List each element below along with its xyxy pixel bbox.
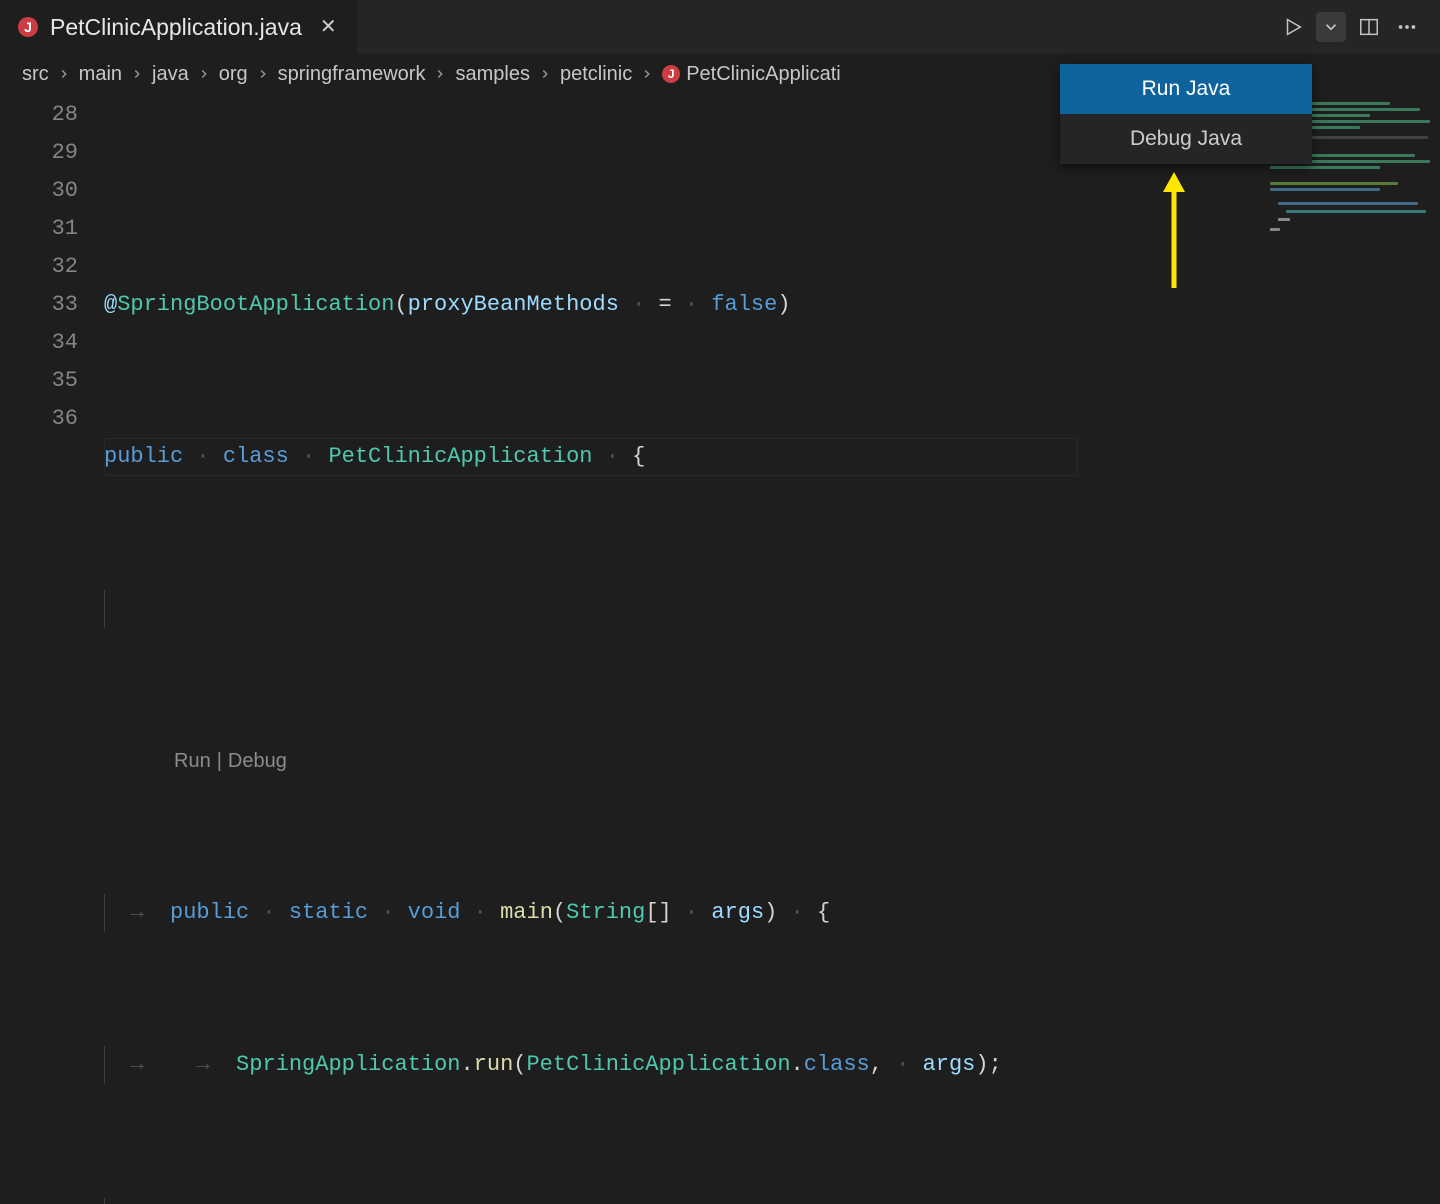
java-file-icon: J — [662, 65, 680, 83]
more-actions-icon[interactable] — [1392, 12, 1422, 42]
split-editor-icon[interactable] — [1354, 12, 1384, 42]
code-line[interactable] — [104, 590, 1264, 628]
menu-item-run-java[interactable]: Run Java — [1060, 64, 1312, 114]
chevron-right-icon — [130, 67, 144, 81]
line-number: 28 — [0, 96, 78, 134]
chevron-right-icon — [640, 67, 654, 81]
code-lens: Run | Debug — [104, 742, 1264, 780]
line-number: 33 — [0, 286, 78, 324]
chevron-right-icon — [433, 67, 447, 81]
line-number: 34 — [0, 324, 78, 362]
editor-area[interactable]: 28 29 30 31 32 33 34 35 36 @SpringBootAp… — [0, 94, 1440, 602]
code-line[interactable]: → → SpringApplication.run(PetClinicAppli… — [104, 1046, 1264, 1084]
line-number: 31 — [0, 210, 78, 248]
minimap[interactable] — [1264, 94, 1440, 602]
chevron-right-icon — [197, 67, 211, 81]
java-file-icon: J — [18, 17, 38, 37]
codelens-run[interactable]: Run — [174, 742, 211, 780]
line-number: 32 — [0, 248, 78, 286]
line-number: 29 — [0, 134, 78, 172]
line-number: 30 — [0, 172, 78, 210]
chevron-right-icon — [57, 67, 71, 81]
menu-item-debug-java[interactable]: Debug Java — [1060, 114, 1312, 164]
run-options-chevron-icon[interactable] — [1316, 12, 1346, 42]
line-number: 36 — [0, 400, 78, 438]
breadcrumb-item[interactable]: main — [79, 63, 122, 86]
line-number-gutter: 28 29 30 31 32 33 34 35 36 — [0, 94, 104, 602]
breadcrumb-item[interactable]: org — [219, 63, 248, 86]
code-line[interactable]: @SpringBootApplication(proxyBeanMethods … — [104, 286, 1264, 324]
line-number: 35 — [0, 362, 78, 400]
run-icon[interactable] — [1278, 12, 1308, 42]
close-tab-icon[interactable]: ✕ — [314, 15, 343, 39]
chevron-right-icon — [256, 67, 270, 81]
breadcrumb-item[interactable]: java — [152, 63, 189, 86]
editor-tab-active[interactable]: J PetClinicApplication.java ✕ — [0, 0, 357, 54]
codelens-debug[interactable]: Debug — [228, 742, 287, 780]
breadcrumb-item[interactable]: springframework — [278, 63, 426, 86]
code-line[interactable]: → public · static · void · main(String[]… — [104, 894, 1264, 932]
editor-title-actions — [1278, 0, 1422, 54]
breadcrumb-item[interactable]: samples — [455, 63, 529, 86]
codelens-separator: | — [217, 742, 222, 780]
code-line[interactable]: → } — [104, 1198, 1264, 1204]
code-content[interactable]: @SpringBootApplication(proxyBeanMethods … — [104, 94, 1264, 602]
code-line[interactable]: public · class · PetClinicApplication · … — [104, 438, 1264, 476]
run-options-menu: Run Java Debug Java — [1060, 64, 1312, 164]
chevron-right-icon — [538, 67, 552, 81]
tab-bar: J PetClinicApplication.java ✕ — [0, 0, 1440, 54]
breadcrumb-item[interactable]: J PetClinicApplicati — [662, 63, 841, 86]
breadcrumb-item[interactable]: petclinic — [560, 63, 632, 86]
breadcrumb-item[interactable]: src — [22, 63, 49, 86]
tab-filename: PetClinicApplication.java — [50, 14, 302, 41]
